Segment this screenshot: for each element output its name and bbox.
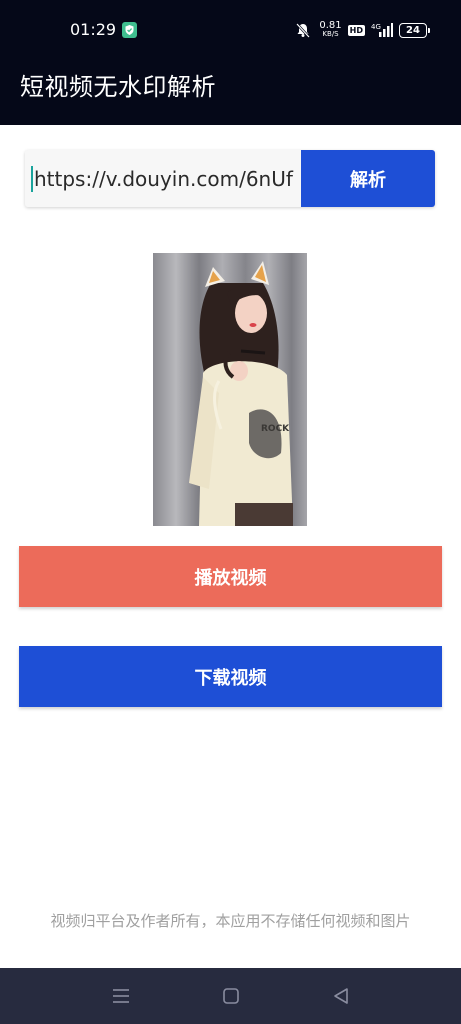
url-input-row: https://v.douyin.com/6nUf 解析 bbox=[25, 150, 435, 207]
network-speed-unit: KB/S bbox=[322, 30, 339, 38]
parse-button[interactable]: 解析 bbox=[301, 150, 435, 207]
back-icon[interactable] bbox=[330, 986, 352, 1006]
play-video-button[interactable]: 播放视频 bbox=[19, 546, 442, 607]
status-time: 01:29 bbox=[70, 20, 117, 39]
signal-icon: 4G bbox=[371, 23, 393, 37]
disclaimer-text: 视频归平台及作者所有，本应用不存储任何视频和图片 bbox=[50, 912, 411, 930]
shield-check-icon bbox=[122, 22, 137, 38]
network-type-label: 4G bbox=[371, 23, 381, 31]
svg-text:ROCK: ROCK bbox=[261, 424, 290, 434]
download-video-button[interactable]: 下载视频 bbox=[19, 646, 442, 707]
status-icons: 0.81 KB/S HD 4G 24 bbox=[295, 18, 430, 42]
network-speed-value: 0.81 bbox=[319, 20, 342, 31]
url-input[interactable]: https://v.douyin.com/6nUf bbox=[25, 150, 301, 207]
menu-icon[interactable] bbox=[110, 986, 132, 1006]
battery-icon: 24 bbox=[399, 22, 430, 38]
app-bar: 短视频无水印解析 bbox=[0, 44, 461, 125]
battery-level: 24 bbox=[406, 24, 420, 36]
text-caret bbox=[31, 165, 33, 192]
hd-badge: HD bbox=[347, 24, 365, 36]
url-input-value: https://v.douyin.com/6nUf bbox=[34, 166, 293, 191]
network-speed: 0.81 KB/S bbox=[319, 21, 341, 39]
app-title: 短视频无水印解析 bbox=[20, 73, 216, 101]
status-bar: 01:29 0.81 KB/S HD 4G 24 bbox=[0, 0, 461, 44]
home-icon[interactable] bbox=[220, 986, 242, 1006]
navigation-bar bbox=[0, 968, 461, 1024]
screen: 01:29 0.81 KB/S HD 4G 24 短视频无水印解析 https:… bbox=[0, 0, 461, 1024]
mute-bell-icon bbox=[296, 23, 311, 38]
video-thumbnail[interactable]: ROCK bbox=[153, 253, 307, 526]
